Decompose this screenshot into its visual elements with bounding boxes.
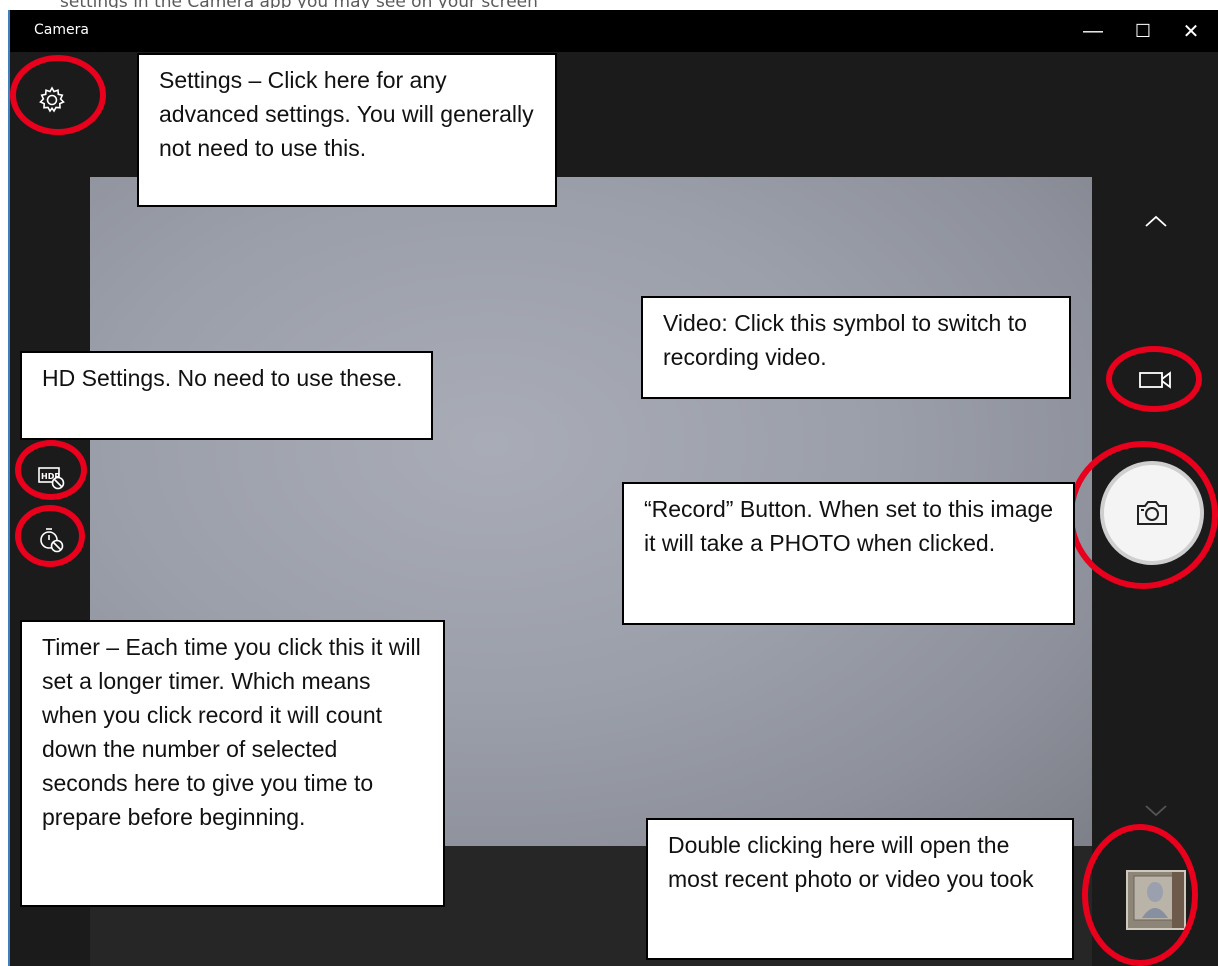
- expand-up-button[interactable]: [1136, 206, 1176, 236]
- hdr-button[interactable]: HDR: [32, 458, 72, 498]
- close-button[interactable]: ✕: [1168, 16, 1214, 46]
- callout-settings: Settings – Click here for any advanced s…: [137, 53, 557, 207]
- callout-timer: Timer – Each time you click this it will…: [20, 620, 445, 907]
- recent-photo-thumbnail[interactable]: [1126, 870, 1186, 930]
- callout-video: Video: Click this symbol to switch to re…: [641, 296, 1071, 399]
- maximize-button[interactable]: ☐: [1120, 16, 1166, 46]
- callout-hd-settings: HD Settings. No need to use these.: [20, 351, 433, 440]
- timer-off-icon: [40, 528, 64, 553]
- minimize-button[interactable]: —: [1070, 16, 1116, 46]
- settings-button[interactable]: [32, 80, 72, 120]
- timer-button[interactable]: [32, 520, 72, 560]
- shutter-button[interactable]: [1100, 461, 1204, 565]
- document-caption-fragment: settings in the Camera app you may see o…: [0, 0, 1218, 8]
- video-mode-button[interactable]: [1126, 360, 1186, 400]
- photo-camera-icon: [1137, 501, 1167, 525]
- collapse-down-button[interactable]: [1136, 796, 1176, 826]
- thumbnail-image: [1128, 872, 1184, 928]
- video-camera-icon: [1139, 371, 1171, 389]
- window-title: Camera: [34, 22, 89, 38]
- chevron-down-icon: [1145, 805, 1167, 817]
- hdr-off-icon: HDR: [38, 467, 65, 490]
- callout-gallery: Double clicking here will open the most …: [646, 818, 1074, 960]
- chevron-up-icon: [1145, 215, 1167, 227]
- gear-icon: [39, 86, 65, 113]
- title-bar: Camera — ☐ ✕: [10, 10, 1218, 52]
- callout-record: “Record” Button. When set to this image …: [622, 482, 1075, 625]
